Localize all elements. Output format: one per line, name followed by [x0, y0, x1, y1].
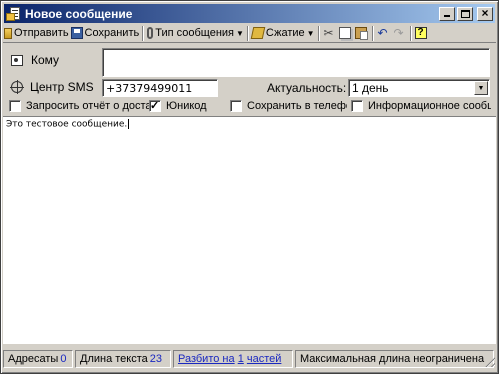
- maximize-icon: [461, 9, 470, 18]
- split-count: 1: [237, 353, 244, 365]
- cut-icon: ✂: [323, 26, 334, 40]
- message-text: Это тестовое сообщение.: [6, 119, 130, 130]
- unicode-label: Юникод: [166, 100, 207, 112]
- toolbar-separator: [142, 25, 145, 41]
- save-to-phone-option[interactable]: Сохранить в телефоне: [230, 99, 347, 113]
- chevron-down-icon[interactable]: ▼: [474, 81, 488, 95]
- paperclip-icon: [147, 27, 154, 39]
- cut-button[interactable]: ✂: [322, 25, 338, 42]
- maximize-button[interactable]: [457, 6, 473, 21]
- window-title: Новое сообщение: [25, 6, 133, 21]
- undo-icon: ↶: [377, 26, 388, 40]
- request-report-label: Запросить отчёт о доставке: [26, 100, 149, 112]
- message-type-button[interactable]: Тип сообщения ▼: [146, 25, 245, 42]
- message-window: Новое сообщение × Отправить Сохранить Ти…: [0, 0, 499, 374]
- toolbar-separator: [409, 25, 412, 41]
- compress-icon: [250, 27, 266, 39]
- compression-label: Сжатие: [265, 27, 305, 39]
- paste-button[interactable]: [354, 25, 370, 42]
- toolbar-separator: [317, 25, 320, 41]
- help-icon: ?: [414, 27, 427, 39]
- validity-select[interactable]: 1 день ▼: [348, 79, 490, 97]
- text-length-cell: Длина текста 23: [75, 350, 171, 368]
- validity-value: 1 день: [352, 81, 389, 95]
- recipient-field[interactable]: [102, 48, 490, 77]
- save-label: Сохранить: [84, 27, 140, 39]
- info-message-checkbox[interactable]: [351, 100, 363, 112]
- close-button[interactable]: ×: [477, 5, 493, 21]
- to-button[interactable]: Кому: [11, 53, 59, 67]
- redo-icon: ↷: [393, 26, 404, 40]
- close-icon: ×: [481, 5, 489, 20]
- undo-button[interactable]: ↶: [376, 25, 392, 42]
- text-length-label: Длина текста: [80, 353, 148, 365]
- message-body[interactable]: Это тестовое сообщение.: [3, 116, 496, 344]
- unicode-option[interactable]: Юникод: [149, 99, 227, 113]
- compression-button[interactable]: Сжатие ▼: [250, 25, 316, 42]
- send-icon: [4, 27, 12, 39]
- sms-center-field[interactable]: +37379499011: [102, 79, 218, 97]
- chevron-down-icon: ▼: [306, 28, 315, 38]
- split-parts-link[interactable]: Разбито на 1 частей: [173, 350, 293, 368]
- save-button[interactable]: Сохранить: [70, 25, 141, 42]
- unicode-checkbox[interactable]: [149, 99, 161, 112]
- send-button[interactable]: Отправить: [3, 25, 70, 42]
- title-bar[interactable]: Новое сообщение ×: [4, 4, 495, 23]
- text-caret: [128, 119, 130, 129]
- max-length-text: Максимальная длина неограничена: [300, 353, 485, 365]
- copy-button[interactable]: [338, 25, 354, 42]
- save-to-phone-label: Сохранить в телефоне: [247, 100, 347, 112]
- recipients-label: Адресаты: [8, 353, 59, 365]
- target-icon: [10, 80, 24, 94]
- paste-icon: [354, 27, 368, 40]
- redo-button[interactable]: ↷: [392, 25, 408, 42]
- info-message-label: Информационное сообщение: [368, 100, 491, 112]
- toolbar-separator: [371, 25, 374, 41]
- text-length-value: 23: [149, 353, 163, 365]
- validity-label: Актуальность:: [267, 81, 347, 95]
- save-icon: [70, 27, 83, 39]
- send-label: Отправить: [14, 27, 69, 39]
- sms-center-label: Центр SMS: [30, 80, 94, 94]
- help-button[interactable]: ?: [414, 25, 430, 42]
- address-book-icon: [11, 54, 23, 66]
- toolbar: Отправить Сохранить Тип сообщения ▼ Сжат…: [3, 24, 496, 43]
- status-bar: Адресаты 0 Длина текста 23 Разбито на 1 …: [3, 349, 496, 369]
- sms-center-button[interactable]: Центр SMS: [10, 80, 94, 94]
- minimize-button[interactable]: [439, 6, 455, 21]
- to-label: Кому: [31, 53, 60, 67]
- save-to-phone-checkbox[interactable]: [230, 100, 242, 112]
- copy-icon: [338, 27, 351, 39]
- message-type-label: Тип сообщения: [155, 27, 234, 39]
- split-suffix: частей: [246, 353, 282, 365]
- message-text-content: Это тестовое сообщение.: [6, 119, 128, 130]
- toolbar-separator: [246, 25, 249, 41]
- request-report-checkbox[interactable]: [9, 100, 21, 112]
- split-prefix: Разбито на: [178, 353, 235, 365]
- chevron-down-icon: ▼: [236, 28, 244, 38]
- app-icon: [6, 6, 22, 22]
- request-report-option[interactable]: Запросить отчёт о доставке: [9, 99, 149, 113]
- recipients-count-cell: Адресаты 0: [3, 350, 73, 368]
- recipients-count: 0: [60, 353, 67, 365]
- info-message-option[interactable]: Информационное сообщение: [351, 99, 491, 113]
- minimize-icon: [444, 14, 450, 17]
- max-length-cell: Максимальная длина неограничена: [295, 350, 494, 368]
